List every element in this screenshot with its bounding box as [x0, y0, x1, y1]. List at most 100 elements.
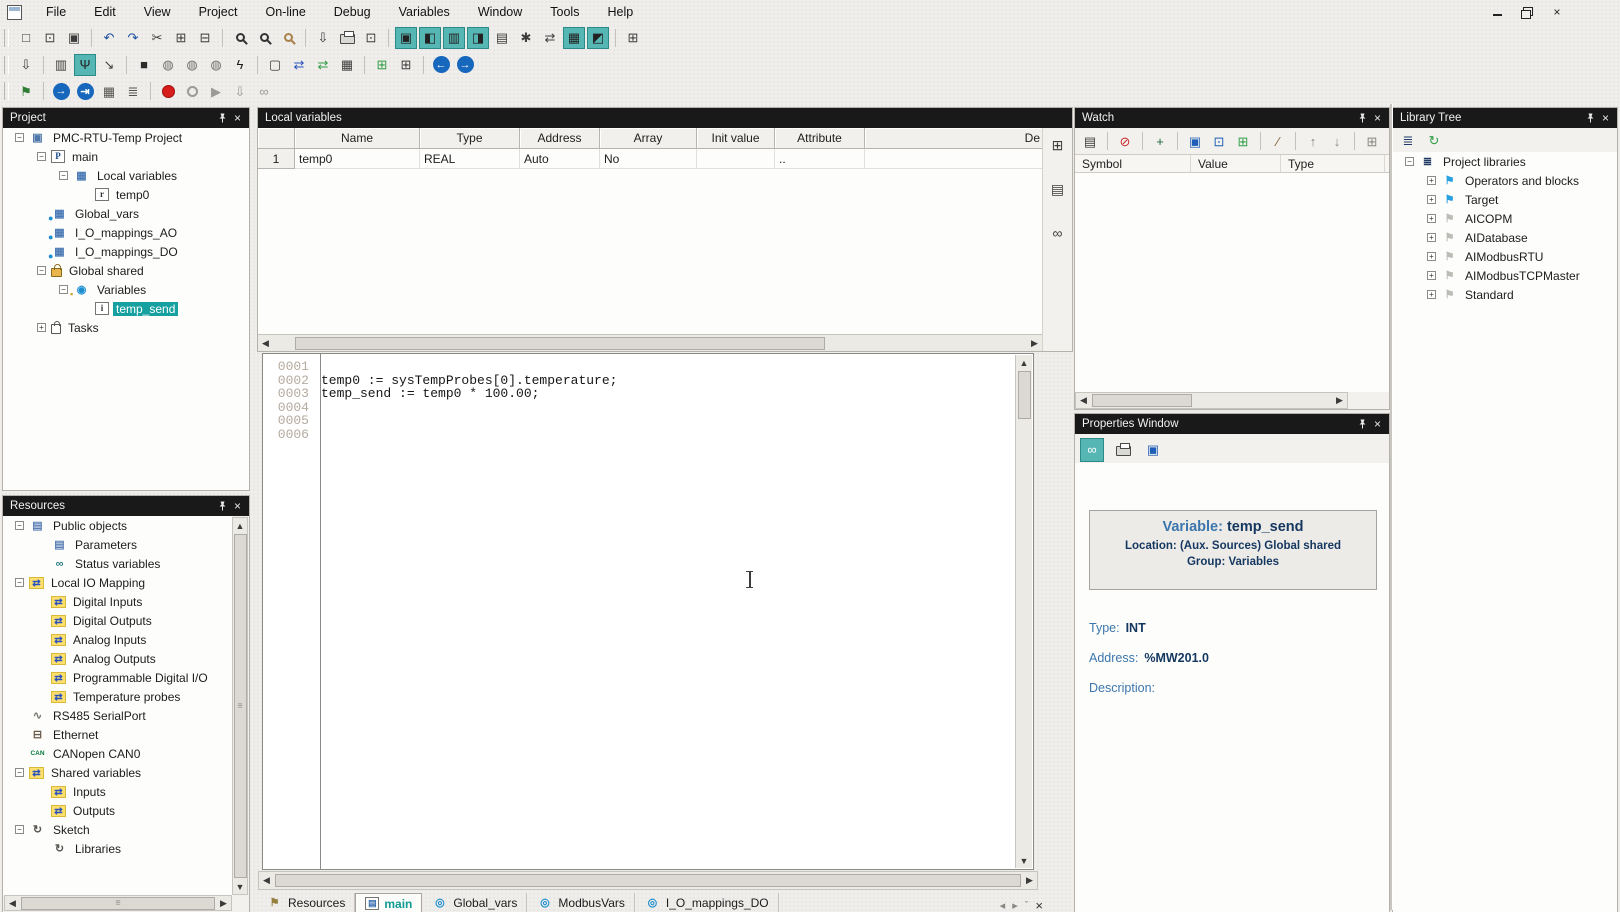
save-watchlist-button[interactable]: ▣: [1184, 130, 1206, 152]
menu-file[interactable]: File: [32, 2, 80, 22]
stop-button[interactable]: [181, 80, 203, 102]
minimize-button[interactable]: [1489, 5, 1505, 19]
close-icon[interactable]: ×: [230, 111, 245, 126]
text-view-button[interactable]: ▤: [1047, 178, 1069, 200]
find-next-button[interactable]: [253, 27, 275, 49]
cell-init-value[interactable]: [697, 149, 775, 169]
tree-temp-send[interactable]: itemp_send: [3, 299, 249, 318]
run-task-button[interactable]: ⚑: [15, 80, 37, 102]
tree-global-shared[interactable]: −Global shared: [3, 261, 249, 280]
tree-digital-inputs[interactable]: ⇄Digital Inputs: [3, 592, 233, 611]
collapse-icon[interactable]: −: [15, 578, 24, 587]
collapse-icon[interactable]: −: [15, 133, 24, 142]
paste-button[interactable]: ⊟: [194, 27, 216, 49]
scroll-down-icon[interactable]: ▼: [1016, 853, 1032, 868]
find-in-project-button[interactable]: [277, 27, 299, 49]
undo-button[interactable]: ↶: [98, 27, 120, 49]
expand-icon[interactable]: +: [37, 323, 46, 332]
code-line[interactable]: 0004: [263, 401, 1015, 415]
toggle-properties-window-button[interactable]: ▦: [563, 27, 585, 49]
menu-edit[interactable]: Edit: [80, 2, 130, 22]
close-icon[interactable]: ×: [1598, 111, 1613, 126]
watch-column-type[interactable]: Type: [1281, 155, 1385, 172]
column-header-De[interactable]: De: [865, 128, 1042, 149]
open-button[interactable]: ⊡: [39, 27, 61, 49]
collapse-icon[interactable]: −: [15, 768, 24, 777]
scroll-up-icon[interactable]: ▲: [1016, 355, 1032, 370]
tab-close-icon[interactable]: ×: [1035, 898, 1043, 912]
expand-icon[interactable]: +: [1427, 195, 1436, 204]
save-properties-button[interactable]: ▣: [1142, 439, 1164, 461]
pin-icon[interactable]: [215, 111, 230, 126]
restore-button[interactable]: [1519, 5, 1535, 19]
toolbar-grip[interactable]: [4, 82, 9, 100]
tree-shared-variables[interactable]: −⇄Shared variables: [3, 763, 233, 782]
quick-compile-button[interactable]: ϟ: [229, 54, 251, 76]
scroll-left-icon[interactable]: ◀: [259, 872, 274, 889]
find-button[interactable]: [229, 27, 251, 49]
expand-icon[interactable]: +: [1427, 214, 1436, 223]
tab-scroll-left-icon[interactable]: ◂: [1000, 899, 1006, 912]
grid-view-button[interactable]: ⊞: [395, 54, 417, 76]
resources-vertical-scrollbar[interactable]: ▲ ≡ ▼: [232, 517, 248, 895]
close-icon[interactable]: ×: [1370, 111, 1385, 126]
play-button[interactable]: ▶: [205, 80, 227, 102]
tree-aimodbusrtu[interactable]: +⚑AIModbusRTU: [1393, 247, 1617, 266]
pin-icon[interactable]: [215, 499, 230, 514]
print-button[interactable]: [336, 27, 358, 49]
st-code-editor[interactable]: 00010002temp0 := sysTempProbes[0].temper…: [262, 353, 1034, 870]
toolbar-grip[interactable]: [4, 56, 9, 74]
scroll-right-icon[interactable]: ▶: [1332, 393, 1347, 408]
cell-name[interactable]: temp0: [295, 149, 420, 169]
watch-column-value[interactable]: Value: [1191, 155, 1281, 172]
menu-debug[interactable]: Debug: [320, 2, 385, 22]
tree-parameters[interactable]: ▤Parameters: [3, 535, 233, 554]
close-button[interactable]: ×: [1549, 5, 1565, 19]
column-header-Attribute[interactable]: Attribute: [775, 128, 865, 149]
tree-operators-and-blocks[interactable]: +⚑Operators and blocks: [1393, 171, 1617, 190]
open-watchlist-button[interactable]: ⊡: [1208, 130, 1230, 152]
workspace-layout-button[interactable]: ⊞: [622, 27, 644, 49]
go-online-button[interactable]: →: [50, 80, 72, 102]
cell-array[interactable]: No: [600, 149, 697, 169]
expand-icon[interactable]: +: [1427, 233, 1436, 242]
memory-view-button[interactable]: ▦: [98, 80, 120, 102]
tree-io-mappings-do[interactable]: ▦●I_O_mappings_DO: [3, 242, 249, 261]
collapse-icon[interactable]: −: [15, 825, 24, 834]
new-button[interactable]: □: [15, 27, 37, 49]
print-preview-button[interactable]: ⊡: [360, 27, 382, 49]
column-header-rownum[interactable]: [258, 128, 295, 149]
toggle-project-window-button[interactable]: ▣: [395, 27, 417, 49]
toggle-operators-window-button[interactable]: ▤: [491, 27, 513, 49]
tree-variables[interactable]: −◉▪Variables: [3, 280, 249, 299]
rebuild-button[interactable]: ◍: [205, 54, 227, 76]
watch-grid-button[interactable]: ▤: [1079, 130, 1101, 152]
monitor-button[interactable]: ▢: [264, 54, 286, 76]
cell-type[interactable]: REAL: [420, 149, 520, 169]
tree-target[interactable]: +⚑Target: [1393, 190, 1617, 209]
tab-main[interactable]: ▤main: [355, 893, 422, 912]
editor-horizontal-scrollbar[interactable]: ◀ ▶: [258, 871, 1038, 890]
add-symbol-button[interactable]: +: [1149, 130, 1171, 152]
code-line[interactable]: 0006: [263, 428, 1015, 442]
download-code-button[interactable]: ⇩: [15, 54, 37, 76]
tree-ethernet[interactable]: ⊟Ethernet: [3, 725, 233, 744]
tree-libraries[interactable]: ↻Libraries: [3, 839, 233, 858]
tree-aimodbustcpmaster[interactable]: +⚑AIModbusTCPMaster: [1393, 266, 1617, 285]
pin-icon[interactable]: [1583, 111, 1598, 126]
library-manager-button[interactable]: ≣: [1397, 129, 1419, 151]
expand-icon[interactable]: +: [1427, 290, 1436, 299]
scrollbar-thumb[interactable]: [1092, 394, 1192, 407]
record-button[interactable]: [157, 80, 179, 102]
move-down-button[interactable]: ↓: [1326, 130, 1348, 152]
tree-inputs[interactable]: ⇄Inputs: [3, 782, 233, 801]
toggle-find-window-button[interactable]: ◩: [587, 27, 609, 49]
collapse-icon[interactable]: −: [15, 521, 24, 530]
menu-on-line[interactable]: On-line: [251, 2, 319, 22]
cell-attribute[interactable]: ..: [775, 149, 865, 169]
watch-list[interactable]: [1075, 173, 1389, 392]
cut-button[interactable]: ✂: [146, 27, 168, 49]
tree-public-objects[interactable]: −▤Public objects: [3, 516, 233, 535]
tab-modbusvars[interactable]: ◎ModbusVars: [527, 893, 634, 912]
scroll-left-icon[interactable]: ◀: [5, 896, 20, 910]
